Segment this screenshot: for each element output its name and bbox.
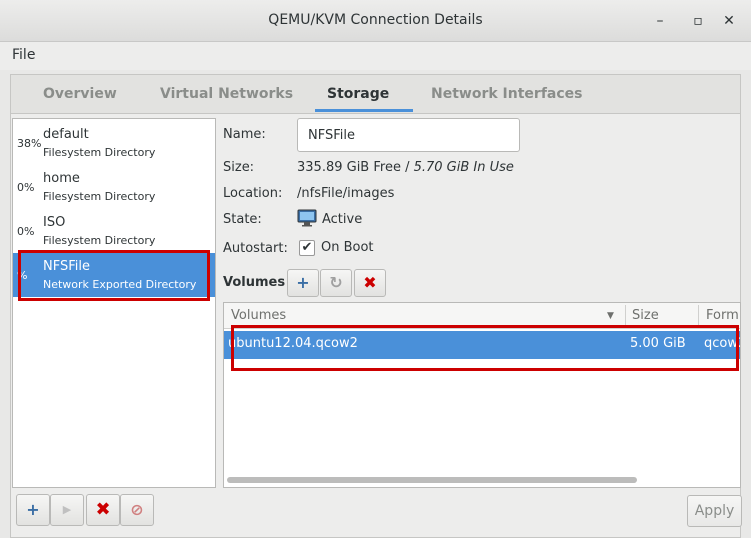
column-header-volumes[interactable]: Volumes <box>231 308 286 323</box>
size-label: Size: <box>223 160 255 175</box>
tab-virtual-networks[interactable]: Virtual Networks <box>160 86 293 102</box>
pool-name: NFSFile <box>43 259 90 274</box>
column-header-format[interactable]: Form <box>706 308 739 323</box>
location-value: /nfsFile/images <box>297 186 395 201</box>
pool-type: Filesystem Directory <box>43 190 156 203</box>
state-label: State: <box>223 212 262 227</box>
window-title: QEMU/KVM Connection Details <box>268 12 483 28</box>
volume-size: 5.00 GiB <box>630 336 686 351</box>
storage-pool-list[interactable]: 38% default Filesystem Directory 0% home… <box>12 118 216 488</box>
column-divider <box>698 305 699 327</box>
pool-type: Filesystem Directory <box>43 146 156 159</box>
horizontal-scrollbar[interactable] <box>227 477 637 483</box>
start-pool-button[interactable]: ▶ <box>50 494 84 526</box>
tab-storage[interactable]: Storage <box>327 86 389 102</box>
delete-volume-button[interactable]: ✖ <box>354 269 386 297</box>
pool-item-nfsfile[interactable]: % NFSFile Network Exported Directory <box>13 253 215 297</box>
size-used: 5.70 GiB In Use <box>413 160 514 175</box>
pool-item-home[interactable]: 0% home Filesystem Directory <box>13 165 215 209</box>
volumes-label: Volumes <box>223 275 286 290</box>
size-value: 335.89 GiB Free / 5.70 GiB In Use <box>297 160 514 175</box>
pool-item-iso[interactable]: 0% ISO Filesystem Directory <box>13 209 215 253</box>
pool-type: Filesystem Directory <box>43 234 156 247</box>
location-label: Location: <box>223 186 283 201</box>
active-tab-indicator <box>315 109 413 112</box>
volume-name: ubuntu12.04.qcow2 <box>228 336 358 351</box>
autostart-label: Autostart: <box>223 241 288 256</box>
pool-item-default[interactable]: 38% default Filesystem Directory <box>13 121 215 165</box>
autostart-checkbox[interactable]: ✔ <box>299 240 315 256</box>
tab-bar: Overview Virtual Networks Storage Networ… <box>10 74 741 113</box>
sort-arrow-icon: ▼ <box>607 311 614 321</box>
size-free: 335.89 GiB Free / <box>297 160 414 175</box>
autostart-value: On Boot <box>321 240 374 255</box>
monitor-icon <box>297 209 317 227</box>
minimize-button[interactable]: – <box>651 12 669 30</box>
delete-pool-button[interactable]: ⊘ <box>120 494 154 526</box>
name-field[interactable] <box>297 118 520 152</box>
volumes-table[interactable]: Volumes ▼ Size Form ubuntu12.04.qcow2 5.… <box>223 302 741 488</box>
pool-name: ISO <box>43 215 66 230</box>
menu-file[interactable]: File <box>12 47 35 63</box>
table-row[interactable]: ubuntu12.04.qcow2 5.00 GiB qcow2 <box>224 331 740 359</box>
pool-usage: % <box>17 269 28 282</box>
volumes-table-header: Volumes ▼ Size Form <box>224 303 740 329</box>
pool-usage: 0% <box>17 225 35 238</box>
state-value: Active <box>322 212 363 227</box>
title-bar[interactable]: QEMU/KVM Connection Details – ▫ ✕ <box>0 0 751 42</box>
menu-bar: File <box>0 42 751 70</box>
refresh-volume-button[interactable]: ↻ <box>320 269 352 297</box>
pool-usage: 38% <box>17 137 42 150</box>
maximize-button[interactable]: ▫ <box>689 12 707 30</box>
column-header-size[interactable]: Size <box>632 308 659 323</box>
name-label: Name: <box>223 127 266 142</box>
pool-type: Network Exported Directory <box>43 278 197 291</box>
tab-overview[interactable]: Overview <box>43 86 117 102</box>
volume-format: qcow2 <box>704 336 740 351</box>
stop-pool-button[interactable]: ✖ <box>86 494 120 526</box>
connection-details-window: QEMU/KVM Connection Details – ▫ ✕ File O… <box>0 0 751 538</box>
add-pool-button[interactable]: + <box>16 494 50 526</box>
pool-name: home <box>43 171 80 186</box>
pool-name: default <box>43 127 89 142</box>
pool-usage: 0% <box>17 181 35 194</box>
column-divider <box>625 305 626 327</box>
apply-button[interactable]: Apply <box>687 495 742 527</box>
close-button[interactable]: ✕ <box>720 12 738 30</box>
add-volume-button[interactable]: + <box>287 269 319 297</box>
tab-network-interfaces[interactable]: Network Interfaces <box>431 86 582 102</box>
